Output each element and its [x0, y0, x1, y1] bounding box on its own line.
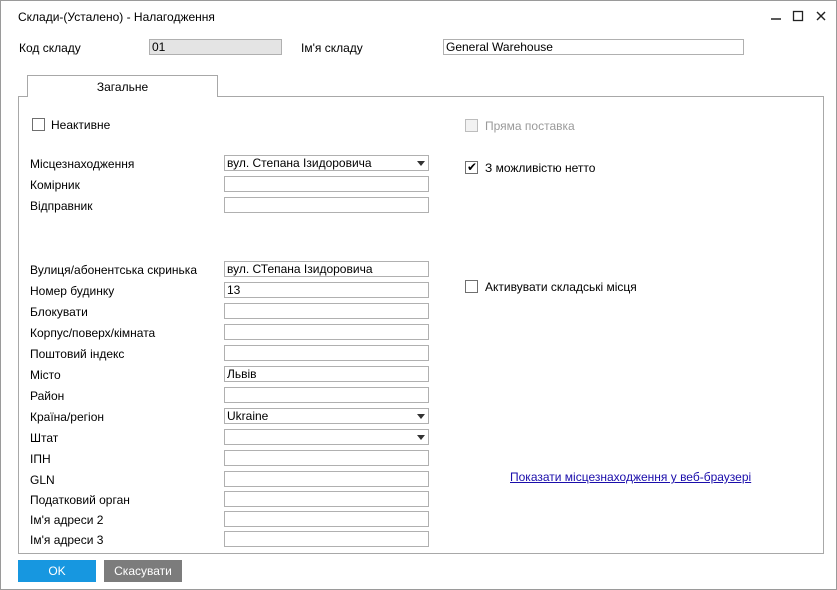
- storekeeper-label: Комірник: [30, 178, 80, 192]
- chevron-down-icon: [417, 161, 425, 166]
- sender-field[interactable]: [224, 197, 429, 213]
- tab-divider: [217, 96, 824, 97]
- cancel-button[interactable]: Скасувати: [104, 560, 182, 582]
- address-label: Вулиця/абонентська скринька: [30, 263, 197, 277]
- warehouse-name-label: Ім'я складу: [301, 41, 363, 55]
- address-label: Податковий орган: [30, 493, 130, 507]
- warehouse-name-field[interactable]: General Warehouse: [443, 39, 744, 55]
- inactive-label: Неактивне: [51, 118, 111, 132]
- panel-border: [18, 553, 824, 554]
- street-field[interactable]: вул. СТепана Ізидоровича: [224, 261, 429, 277]
- tax-office-field[interactable]: [224, 491, 429, 507]
- location-label: Місцезнаходження: [30, 157, 135, 171]
- warehouse-code-label: Код складу: [19, 41, 81, 55]
- address-name-3-field[interactable]: [224, 531, 429, 547]
- bin-locations-checkbox[interactable]: [465, 280, 478, 293]
- city-field[interactable]: Львів: [224, 366, 429, 382]
- country-dropdown[interactable]: Ukraine: [224, 408, 429, 424]
- county-field[interactable]: [224, 387, 429, 403]
- country-value: Ukraine: [227, 409, 269, 423]
- address-name-2-field[interactable]: [224, 511, 429, 527]
- address-label: Блокувати: [30, 305, 88, 319]
- gln-field[interactable]: [224, 471, 429, 487]
- ok-button[interactable]: OK: [18, 560, 96, 582]
- storekeeper-field[interactable]: [224, 176, 429, 192]
- bin-locations-label: Активувати складські місця: [485, 280, 637, 294]
- address-label: GLN: [30, 473, 55, 487]
- address-label: Країна/регіон: [30, 410, 104, 424]
- window-title: Склади-(Усталено) - Налагодження: [18, 10, 215, 24]
- zip-code-field[interactable]: [224, 345, 429, 361]
- building-floor-room-field[interactable]: [224, 324, 429, 340]
- inactive-checkbox[interactable]: [32, 118, 45, 131]
- panel-border: [823, 96, 824, 554]
- location-value: вул. Степана Ізидоровича: [227, 156, 372, 170]
- address-label: Номер будинку: [30, 284, 115, 298]
- tax-id-field[interactable]: [224, 450, 429, 466]
- house-number-field[interactable]: 13: [224, 282, 429, 298]
- address-label: ІПН: [30, 452, 51, 466]
- netto-checkbox[interactable]: ✔: [465, 160, 478, 174]
- warehouse-code-field: 01: [149, 39, 282, 55]
- maximize-icon[interactable]: [787, 6, 809, 26]
- sender-label: Відправник: [30, 199, 93, 213]
- tab-general[interactable]: Загальне: [27, 75, 218, 97]
- close-icon[interactable]: [810, 6, 832, 26]
- netto-label: З можливістю нетто: [485, 161, 596, 175]
- minimize-icon[interactable]: [765, 6, 787, 26]
- show-location-link[interactable]: Показати місцезнаходження у веб-браузері: [510, 470, 751, 484]
- address-label: Корпус/поверх/кімната: [30, 326, 156, 340]
- direct-delivery-checkbox: [465, 119, 478, 132]
- direct-delivery-label: Пряма поставка: [485, 119, 575, 133]
- address-label: Район: [30, 389, 65, 403]
- address-label: Штат: [30, 431, 59, 445]
- address-label: Місто: [30, 368, 61, 382]
- title-bar: Склади-(Усталено) - Налагодження: [1, 1, 836, 31]
- checkmark-icon: ✔: [467, 160, 478, 174]
- address-label: Поштовий індекс: [30, 347, 125, 361]
- panel-border: [18, 96, 19, 554]
- tab-divider: [18, 96, 27, 97]
- chevron-down-icon: [417, 435, 425, 440]
- address-label: Ім'я адреси 3: [30, 533, 104, 547]
- block-field[interactable]: [224, 303, 429, 319]
- address-label: Ім'я адреси 2: [30, 513, 104, 527]
- state-dropdown[interactable]: [224, 429, 429, 445]
- chevron-down-icon: [417, 414, 425, 419]
- location-dropdown[interactable]: вул. Степана Ізидоровича: [224, 155, 429, 171]
- warehouse-setup-window: Склади-(Усталено) - Налагодження Код скл…: [0, 0, 837, 590]
